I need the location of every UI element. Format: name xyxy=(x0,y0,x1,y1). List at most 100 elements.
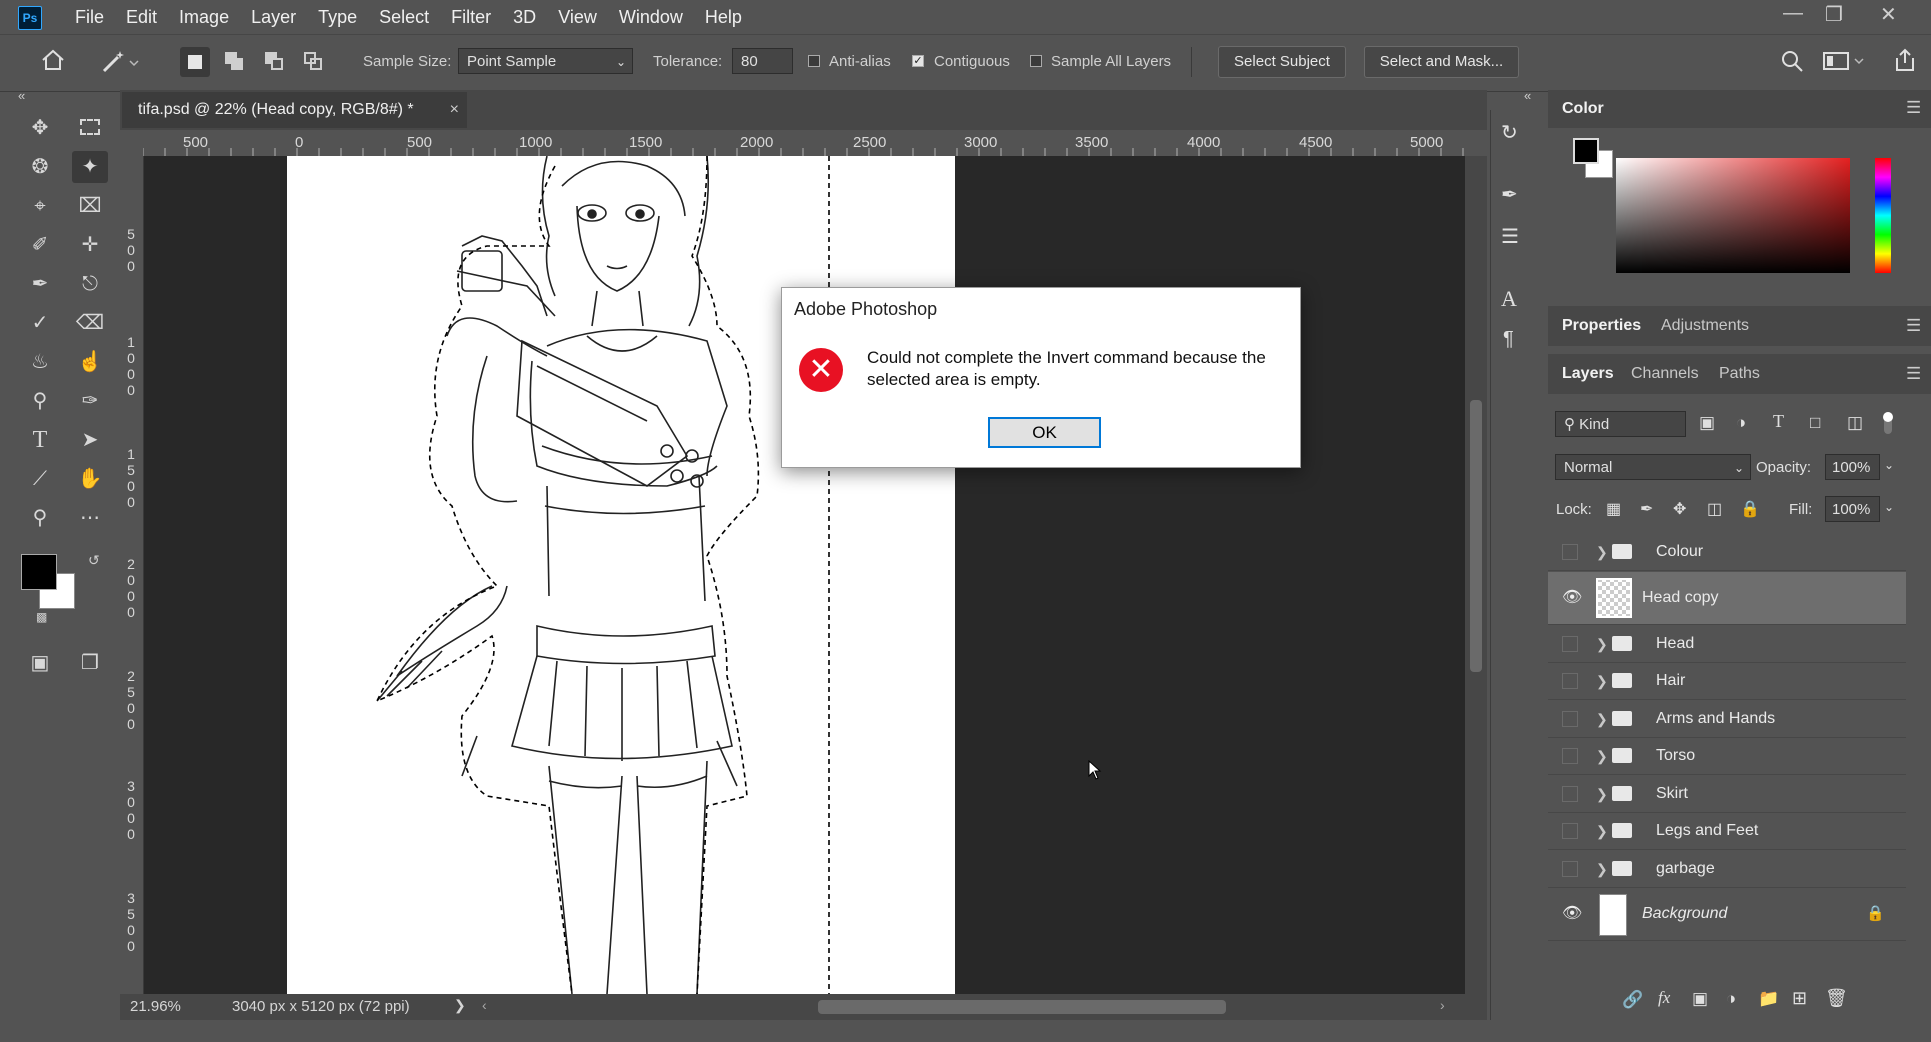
workspace-icon[interactable] xyxy=(1823,50,1867,76)
eraser-tool-icon[interactable]: ⌫ xyxy=(72,307,108,339)
layer-row-skirt[interactable]: ❯ Skirt xyxy=(1548,776,1906,813)
menu-help[interactable]: Help xyxy=(694,6,753,28)
expand-group-icon[interactable]: ❯ xyxy=(1596,701,1608,737)
filter-adjustment-icon[interactable]: ◑ xyxy=(1736,413,1746,433)
minimize-icon[interactable]: — xyxy=(1783,2,1803,25)
filter-shape-icon[interactable]: □ xyxy=(1810,413,1820,433)
magic-wand-preset-icon[interactable] xyxy=(100,47,140,75)
menu-type[interactable]: Type xyxy=(307,6,368,28)
menu-window[interactable]: Window xyxy=(608,6,694,28)
layer-row-hair[interactable]: ❯ Hair xyxy=(1548,663,1906,700)
path-selection-icon[interactable]: ➤ xyxy=(72,424,108,456)
link-layers-icon[interactable]: 🔗 xyxy=(1622,990,1643,1010)
close-tab-icon[interactable]: × xyxy=(450,92,459,128)
brush-settings-icon[interactable]: ✒ xyxy=(1501,182,1518,207)
new-selection-icon[interactable] xyxy=(180,47,210,77)
subtract-from-selection-icon[interactable] xyxy=(263,50,287,74)
add-mask-icon[interactable]: ▣ xyxy=(1692,989,1708,1009)
tolerance-input[interactable]: 80 xyxy=(732,48,793,74)
layer-row-background[interactable]: 👁 Background 🔒 xyxy=(1548,888,1906,941)
share-icon[interactable] xyxy=(1893,47,1917,77)
panel-menu-icon[interactable]: ☰ xyxy=(1906,364,1921,384)
move-tool-icon[interactable]: ✥ xyxy=(22,112,58,144)
chevron-down-icon[interactable]: ⌄ xyxy=(1884,500,1894,514)
filter-pixel-icon[interactable]: ▣ xyxy=(1699,413,1715,433)
expand-group-icon[interactable]: ❯ xyxy=(1596,813,1608,849)
rectangular-marquee-icon[interactable] xyxy=(72,112,108,144)
color-picker-field[interactable] xyxy=(1616,158,1850,273)
panel-menu-icon[interactable]: ☰ xyxy=(1906,316,1921,336)
menu-view[interactable]: View xyxy=(547,6,608,28)
eye-icon[interactable]: 👁 xyxy=(1562,572,1582,624)
adjustment-layer-icon[interactable]: ◑ xyxy=(1726,989,1736,1009)
expand-group-icon[interactable]: ❯ xyxy=(1596,663,1608,699)
restore-icon[interactable]: ❐ xyxy=(1825,2,1843,27)
menu-layer[interactable]: Layer xyxy=(240,6,307,28)
menu-image[interactable]: Image xyxy=(168,6,240,28)
lock-position-icon[interactable]: ✥ xyxy=(1673,499,1686,519)
new-layer-icon[interactable]: ⊞ xyxy=(1792,988,1807,1009)
opacity-input[interactable]: 100% xyxy=(1825,454,1880,480)
menu-edit[interactable]: Edit xyxy=(115,6,168,28)
type-tool-icon[interactable]: T xyxy=(22,424,58,456)
visibility-toggle[interactable] xyxy=(1562,544,1578,560)
layer-row-garbage[interactable]: ❯ garbage xyxy=(1548,851,1906,888)
filter-smart-object-icon[interactable]: ◫ xyxy=(1847,413,1863,433)
home-icon[interactable] xyxy=(40,47,66,73)
lock-pixels-icon[interactable]: ✒ xyxy=(1640,499,1653,519)
eye-icon[interactable]: 👁 xyxy=(1562,888,1582,940)
expand-group-icon[interactable]: ❯ xyxy=(1596,776,1608,812)
frame-tool-icon[interactable]: ⌧ xyxy=(72,190,108,222)
dodge-tool-icon[interactable]: ⚲ xyxy=(22,385,58,417)
crop-tool-icon[interactable]: ⌖ xyxy=(22,190,58,222)
zoom-tool-icon[interactable]: ⚲ xyxy=(22,502,58,534)
new-group-icon[interactable]: 📁 xyxy=(1758,989,1779,1009)
expand-group-icon[interactable]: ❯ xyxy=(1596,851,1608,887)
smudge-tool-icon[interactable]: ☝ xyxy=(72,346,108,378)
lasso-tool-icon[interactable]: ❂ xyxy=(22,151,58,183)
collapse-toolbox-icon[interactable]: « xyxy=(18,88,25,103)
visibility-toggle[interactable] xyxy=(1562,786,1578,802)
fill-input[interactable]: 100% xyxy=(1825,496,1880,522)
scroll-right-icon[interactable]: › xyxy=(1440,997,1445,1013)
visibility-toggle[interactable] xyxy=(1562,636,1578,652)
history-panel-icon[interactable]: ↻ xyxy=(1501,120,1518,145)
horizontal-scroll-thumb[interactable] xyxy=(818,1000,1226,1014)
layer-row-head-copy[interactable]: 👁 Head copy xyxy=(1548,572,1906,625)
layer-row-arms-and-hands[interactable]: ❯ Arms and Hands xyxy=(1548,701,1906,738)
brush-tool-icon[interactable]: ✒ xyxy=(22,268,58,300)
menu-filter[interactable]: Filter xyxy=(440,6,502,28)
blend-mode-dropdown[interactable]: Normal ⌄ xyxy=(1555,454,1751,480)
color-panel-foreground-swatch[interactable] xyxy=(1573,138,1599,164)
foreground-color-swatch[interactable] xyxy=(21,554,57,590)
ok-button[interactable]: OK xyxy=(988,417,1101,448)
anti-alias-checkbox[interactable] xyxy=(808,55,820,67)
visibility-toggle[interactable] xyxy=(1562,673,1578,689)
tab-adjustments[interactable]: Adjustments xyxy=(1661,317,1749,335)
layer-style-icon[interactable]: fx xyxy=(1658,988,1670,1008)
tab-layers[interactable]: Layers xyxy=(1562,365,1614,383)
intersect-selection-icon[interactable] xyxy=(302,50,326,74)
zoom-level[interactable]: 21.96% xyxy=(130,998,181,1015)
document-canvas[interactable] xyxy=(287,156,955,994)
canvas-area[interactable] xyxy=(144,156,1465,994)
hand-tool-icon[interactable]: ✋ xyxy=(72,463,108,495)
tab-paths[interactable]: Paths xyxy=(1719,365,1760,383)
eyedropper-tool-icon[interactable]: ✐ xyxy=(22,229,58,261)
add-to-selection-icon[interactable] xyxy=(223,50,247,74)
screen-mode-icon[interactable]: ❐ xyxy=(72,647,108,679)
scroll-left-icon[interactable]: ‹ xyxy=(482,997,487,1013)
sample-all-layers-checkbox[interactable] xyxy=(1030,55,1042,67)
visibility-toggle[interactable] xyxy=(1562,748,1578,764)
swap-colors-icon[interactable]: ↺ xyxy=(88,552,100,569)
visibility-toggle[interactable] xyxy=(1562,823,1578,839)
lock-transparency-icon[interactable]: ▦ xyxy=(1606,499,1621,519)
layer-filter-dropdown[interactable]: ⚲ Kind xyxy=(1555,411,1686,437)
layer-row-legs-and-feet[interactable]: ❯ Legs and Feet xyxy=(1548,813,1906,850)
visibility-toggle[interactable] xyxy=(1562,861,1578,877)
character-panel-icon[interactable]: A xyxy=(1501,286,1517,312)
expand-group-icon[interactable]: ❯ xyxy=(1596,626,1608,662)
search-icon[interactable] xyxy=(1780,49,1804,77)
pen-tool-icon[interactable]: ✑ xyxy=(72,385,108,417)
paint-bucket-icon[interactable]: ♨ xyxy=(22,346,58,378)
